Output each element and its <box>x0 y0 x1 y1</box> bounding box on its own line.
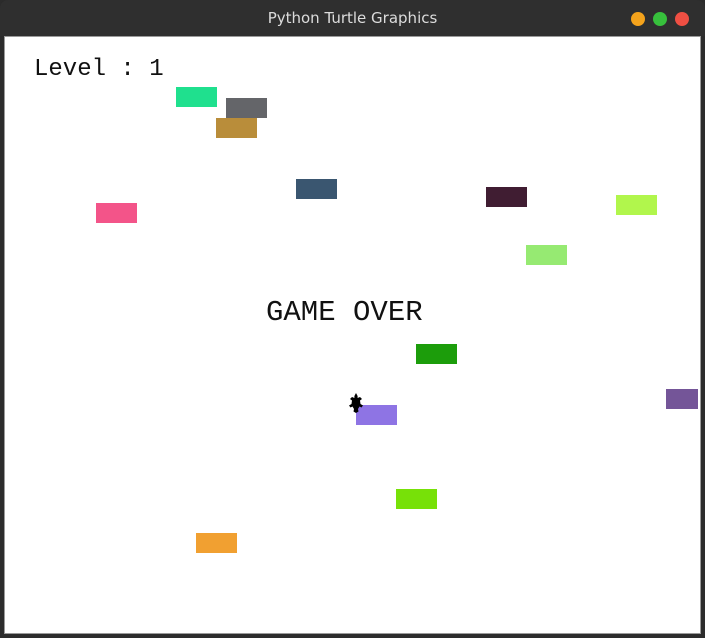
canvas-frame: Level : 1 GAME OVER <box>4 36 701 634</box>
car <box>196 533 237 553</box>
maximize-button[interactable] <box>653 12 667 26</box>
car <box>296 179 337 199</box>
minimize-button[interactable] <box>631 12 645 26</box>
app-window: Python Turtle Graphics Level : 1 GAME OV… <box>0 0 705 638</box>
car <box>176 87 217 107</box>
car <box>96 203 137 223</box>
close-button[interactable] <box>675 12 689 26</box>
turtle-icon <box>349 393 363 413</box>
level-label: Level : 1 <box>34 56 164 83</box>
car <box>226 98 267 118</box>
car <box>616 195 657 215</box>
car <box>666 389 698 409</box>
car <box>526 245 567 265</box>
car <box>486 187 527 207</box>
game-over-label: GAME OVER <box>266 296 423 329</box>
window-title: Python Turtle Graphics <box>267 9 438 27</box>
car <box>416 344 457 364</box>
title-bar[interactable]: Python Turtle Graphics <box>0 0 705 36</box>
car <box>396 489 437 509</box>
turtle-canvas[interactable]: Level : 1 GAME OVER <box>7 39 698 631</box>
car <box>216 118 257 138</box>
